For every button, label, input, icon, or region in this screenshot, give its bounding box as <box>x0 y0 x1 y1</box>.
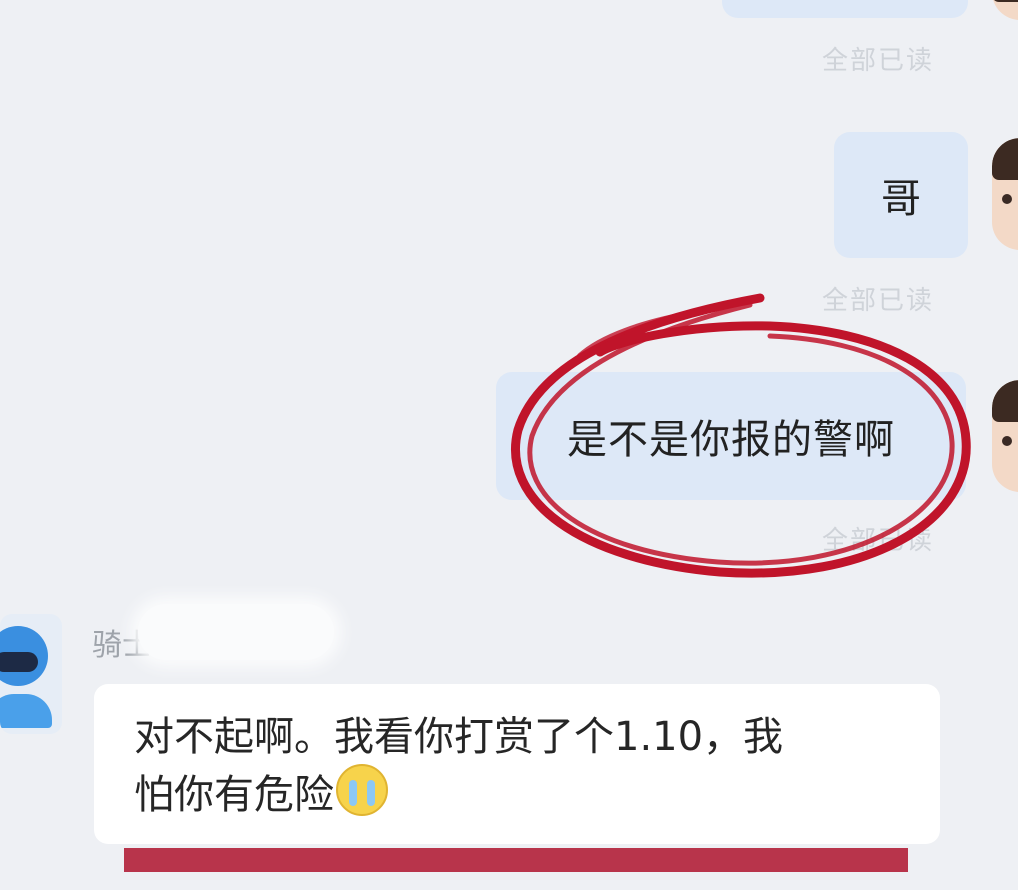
message-line: 怕你有危险 <box>134 772 334 818</box>
message-line: 对不起啊。我看你打赏了个1.10，我 <box>134 714 784 760</box>
red-bar <box>124 848 908 872</box>
read-status: 全部已读 <box>822 286 935 316</box>
read-status: 全部已读 <box>822 46 935 76</box>
message-text: 是不是你报的警啊 <box>567 417 895 463</box>
read-status: 全部已读 <box>822 526 935 556</box>
redaction-blur <box>138 604 334 660</box>
message-bubble-outgoing[interactable]: 哥 <box>834 132 968 258</box>
avatar-body <box>0 694 52 728</box>
visor-icon <box>0 652 38 672</box>
avatar-hair <box>992 138 1018 180</box>
rider-avatar[interactable] <box>0 614 62 734</box>
message-text: 对不起啊。我看你打赏了个1.10，我 怕你有危险 <box>134 710 914 822</box>
avatar-hair <box>992 0 1018 2</box>
user-avatar[interactable] <box>992 138 1018 250</box>
message-bubble-incoming[interactable]: 对不起啊。我看你打赏了个1.10，我 怕你有危险 <box>94 684 940 844</box>
message-bubble-outgoing[interactable]: 是不是你报的警啊 <box>496 372 966 500</box>
chat-area: 全部已读 哥 全部已读 是不是你报的警啊 全部已读 骑士 对不起啊。我看你打赏了… <box>0 0 1018 890</box>
user-avatar[interactable] <box>992 380 1018 492</box>
message-text: 哥 <box>881 176 921 222</box>
avatar-eye <box>1002 436 1012 446</box>
user-avatar[interactable] <box>992 0 1018 20</box>
message-bubble-outgoing[interactable] <box>722 0 968 18</box>
crying-face-icon <box>336 764 388 816</box>
avatar-hair <box>992 380 1018 422</box>
avatar-eye <box>1002 194 1012 204</box>
